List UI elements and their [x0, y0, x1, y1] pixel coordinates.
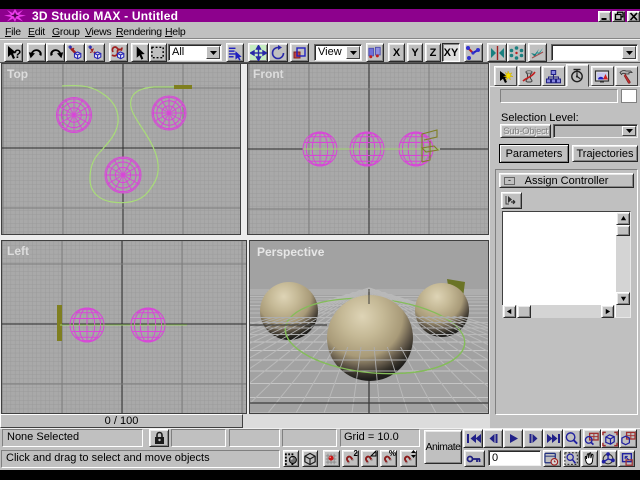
svg-text:Left: Left: [7, 244, 29, 258]
svg-text:Perspective: Perspective: [257, 245, 325, 259]
svg-text:?: ?: [14, 47, 21, 61]
svg-text:Top: Top: [7, 67, 28, 81]
svg-text:Front: Front: [253, 67, 284, 81]
